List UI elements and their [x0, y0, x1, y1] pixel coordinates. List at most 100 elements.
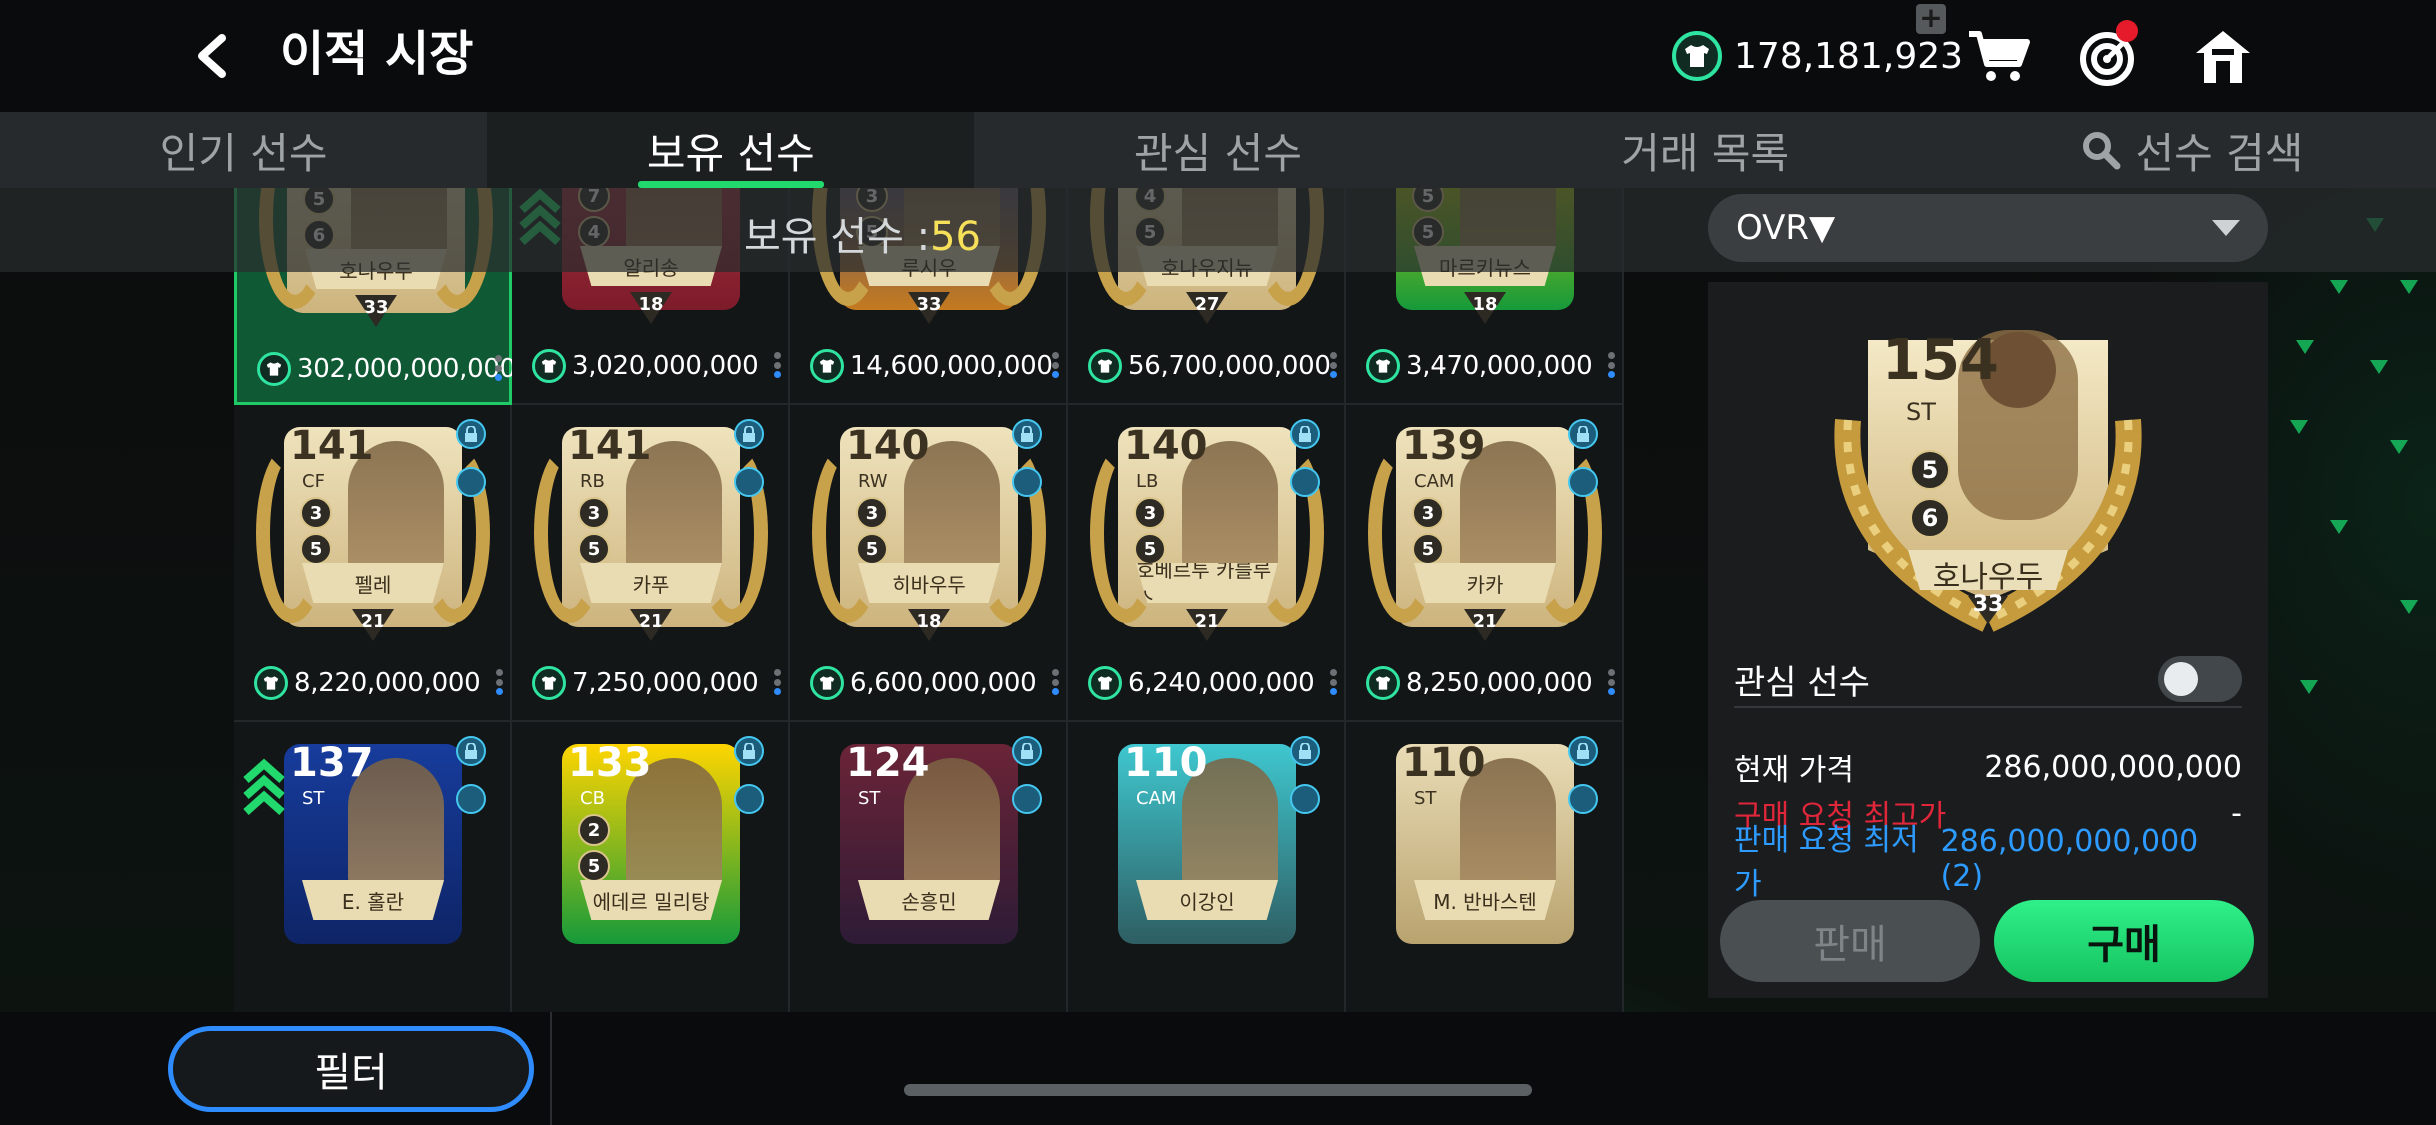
lock-icon — [734, 736, 764, 766]
more-options-icon[interactable] — [495, 355, 503, 381]
player-name: 펠레 — [302, 563, 444, 603]
player-card[interactable]: 139 CAM 3 5 카카 21 8,250,000,000 — [1346, 405, 1624, 722]
watchlist-toggle[interactable] — [2158, 656, 2242, 702]
player-ovr: 110 — [1402, 740, 1486, 786]
currency-display: 178,181,923 — [1672, 30, 1963, 82]
home-indicator[interactable] — [904, 1084, 1532, 1096]
player-position: CAM — [1414, 471, 1455, 492]
player-price: 3,470,000,000 — [1406, 351, 1593, 381]
level-badge: 5 — [1134, 533, 1166, 565]
player-card[interactable]: 133 CB 2 5 에데르 밀리탕 — [512, 722, 790, 1012]
more-options-icon[interactable] — [774, 352, 782, 378]
shirt-icon — [1012, 467, 1042, 497]
enhance-badge: 3 — [856, 497, 888, 529]
player-ovr: 124 — [846, 740, 930, 786]
price-row: 8,250,000,000 — [1366, 663, 1616, 703]
owned-count-value: 56 — [930, 214, 982, 260]
more-options-icon[interactable] — [1330, 669, 1338, 695]
player-card[interactable]: 141 RB 3 5 카푸 21 7,250,000,000 — [512, 405, 790, 722]
coin-icon — [810, 349, 844, 383]
card-art: 141 CF 3 5 펠레 21 — [256, 413, 490, 643]
target-icon[interactable] — [2072, 20, 2142, 92]
shirt-icon — [1290, 784, 1320, 814]
enhance-badge: 3 — [578, 497, 610, 529]
search-icon — [2083, 132, 2121, 170]
player-price: 6,600,000,000 — [850, 668, 1037, 698]
lock-icon — [1568, 419, 1598, 449]
current-price-value: 286,000,000,000 — [1984, 749, 2242, 785]
player-position: CF — [302, 471, 325, 492]
cart-icon[interactable] — [1964, 22, 2034, 92]
tab-label: 선수 검색 — [2135, 128, 2304, 178]
coin-icon — [257, 352, 291, 386]
player-ovr: 110 — [1124, 740, 1208, 786]
detail-player-card: 154 ST 5 6 호나우두 33 — [1808, 300, 2168, 640]
enhance-badge: 3 — [300, 497, 332, 529]
sort-selected-value: OVR▼ — [1736, 208, 1836, 248]
plus-icon[interactable]: + — [1916, 4, 1946, 34]
sort-dropdown[interactable]: OVR▼ — [1708, 194, 2268, 262]
currency-value: 178,181,923 — [1734, 35, 1964, 77]
more-options-icon[interactable] — [1608, 352, 1616, 378]
more-options-icon[interactable] — [1608, 669, 1616, 695]
current-price-row: 현재 가격 286,000,000,000 — [1734, 744, 2242, 790]
level-badge: 5 — [1412, 533, 1444, 565]
tab-watchlist-players[interactable]: 관심 선수 — [974, 112, 1461, 188]
player-ovr: 139 — [1402, 423, 1486, 469]
player-ovr: 137 — [290, 740, 374, 786]
player-name: M. 반바스텐 — [1414, 880, 1556, 920]
shirt-icon — [456, 467, 486, 497]
tab-label: 인기 선수 — [159, 128, 328, 178]
player-name: 호베르투 카를루스 — [1136, 563, 1278, 603]
player-position: ST — [858, 788, 881, 809]
enhance-badge: 3 — [1412, 497, 1444, 529]
player-position: LB — [1136, 471, 1159, 492]
owned-count-bar: 보유 선수 :56 OVR▼ — [0, 188, 2436, 272]
price-row: 56,700,000,000 — [1088, 346, 1338, 386]
player-name: E. 홀란 — [302, 880, 444, 920]
bottom-bar: 필터 — [0, 1012, 2436, 1125]
player-card[interactable]: 110 CAM 이강인 — [1068, 722, 1346, 1012]
player-card[interactable]: 140 RW 3 5 히바우두 18 6,600,000,000 — [790, 405, 1068, 722]
tab-player-search[interactable]: 선수 검색 — [1949, 112, 2436, 188]
header: 이적 시장 178,181,923 + — [0, 0, 2436, 112]
card-art: 110 CAM 이강인 — [1090, 730, 1324, 960]
watchlist-row: 관심 선수 — [1734, 652, 2242, 708]
price-table: 현재 가격 286,000,000,000 구매 요청 최고가 - 판매 요청 … — [1734, 744, 2242, 903]
player-name: 이강인 — [1136, 880, 1278, 920]
lock-icon — [456, 736, 486, 766]
player-card[interactable]: 141 CF 3 5 펠레 21 8,220,000,000 — [234, 405, 512, 722]
owned-count-label: 보유 선수 : — [744, 214, 931, 260]
tab-owned-players[interactable]: 보유 선수 — [487, 112, 975, 188]
player-position: CB — [580, 788, 605, 809]
shirt-icon — [734, 467, 764, 497]
owned-count: 보유 선수 :56 — [744, 204, 981, 262]
home-icon[interactable] — [2188, 22, 2258, 92]
filter-button[interactable]: 필터 — [168, 1026, 534, 1112]
enhance-badge: 2 — [578, 814, 610, 846]
player-card[interactable]: 110 ST M. 반바스텐 — [1346, 722, 1624, 1012]
more-options-icon[interactable] — [774, 669, 782, 695]
price-row: 6,240,000,000 — [1088, 663, 1338, 703]
more-options-icon[interactable] — [1330, 352, 1338, 378]
coin-icon — [1088, 666, 1122, 700]
coin-icon — [1088, 349, 1122, 383]
player-card[interactable]: 124 ST 손흥민 — [790, 722, 1068, 1012]
back-icon[interactable] — [186, 30, 238, 82]
more-options-icon[interactable] — [496, 669, 504, 695]
detail-position: ST — [1906, 398, 1936, 426]
level-badge: 5 — [856, 533, 888, 565]
player-position: ST — [302, 788, 325, 809]
card-art: 124 ST 손흥민 — [812, 730, 1046, 960]
shirt-icon — [1568, 784, 1598, 814]
min-sell-value: 286,000,000,000 (2) — [1940, 824, 2199, 894]
sell-button[interactable]: 판매 — [1720, 900, 1980, 982]
shirt-icon — [734, 784, 764, 814]
more-options-icon[interactable] — [1052, 669, 1060, 695]
tab-trade-history[interactable]: 거래 목록 — [1462, 112, 1949, 188]
player-card[interactable]: 140LB35호베르투 카를루스216,240,000,000 — [1068, 405, 1346, 722]
more-options-icon[interactable] — [1052, 352, 1060, 378]
price-row: 6,600,000,000 — [810, 663, 1060, 703]
buy-button[interactable]: 구매 — [1994, 900, 2254, 982]
tab-popular-players[interactable]: 인기 선수 — [0, 112, 487, 188]
